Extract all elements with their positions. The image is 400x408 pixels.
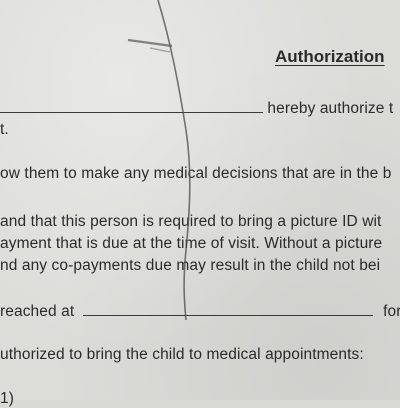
authorize-text: hereby authorize t xyxy=(267,100,394,117)
text-line: t. xyxy=(0,121,9,138)
reached-line: reached at for xyxy=(0,303,400,321)
authorize-line: hereby authorize t xyxy=(0,100,393,118)
list-number: 1) xyxy=(0,390,14,407)
for-text: for xyxy=(383,303,400,320)
document-title: Authorization xyxy=(275,47,385,66)
name-blank xyxy=(0,111,263,113)
text-line: ow them to make any medical decisions th… xyxy=(0,165,392,182)
document-page: Authorization hereby authorize t t. ow t… xyxy=(0,0,400,407)
text-line: nd any co-payments due may result in the… xyxy=(0,257,381,274)
reached-text: reached at xyxy=(0,303,75,320)
phone-blank xyxy=(82,314,373,316)
text-line: and that this person is required to brin… xyxy=(0,213,382,230)
text-line: ayment that is due at the time of visit.… xyxy=(0,235,383,252)
text-line: uthorized to bring the child to medical … xyxy=(0,346,364,363)
